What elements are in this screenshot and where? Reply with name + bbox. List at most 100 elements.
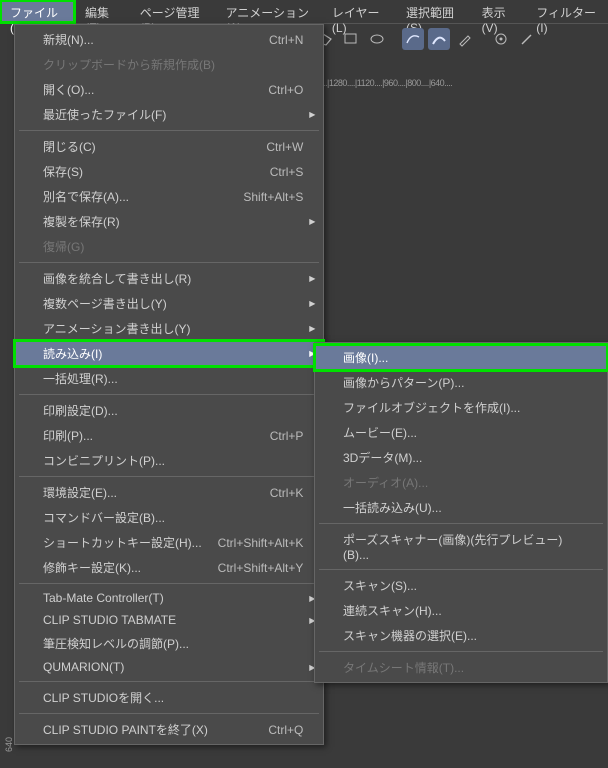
menu-item-shortcut: Ctrl+K bbox=[270, 486, 304, 500]
import-submenu-item[interactable]: 一括読み込み(U)... bbox=[315, 495, 607, 520]
file-menu-item[interactable]: 複製を保存(R) bbox=[15, 209, 323, 234]
tool-edit-icon[interactable] bbox=[516, 28, 538, 50]
tool-pen-icon[interactable] bbox=[454, 28, 476, 50]
menu-item-label: QUMARION(T) bbox=[43, 660, 303, 674]
menubar-filter[interactable]: フィルター(I) bbox=[526, 0, 608, 23]
menu-item-label: コンビニプリント(P)... bbox=[43, 452, 303, 469]
file-menu-item[interactable]: 一括処理(R)... bbox=[15, 366, 323, 391]
tool-ellipse-icon[interactable] bbox=[366, 28, 388, 50]
file-menu-item[interactable]: CLIP STUDIO PAINTを終了(X)Ctrl+Q bbox=[15, 717, 323, 742]
menubar-page[interactable]: ページ管理(P) bbox=[130, 0, 216, 23]
file-menu-item[interactable]: 保存(S) Ctrl+S bbox=[15, 159, 323, 184]
file-menu-item[interactable]: 印刷設定(D)... bbox=[15, 398, 323, 423]
menu-item-label: ポーズスキャナー(画像)(先行プレビュー)(B)... bbox=[343, 531, 587, 562]
ruler-tick: |1120.... bbox=[355, 78, 382, 92]
menubar-view[interactable]: 表示(V) bbox=[472, 0, 527, 23]
menu-item-label: Tab-Mate Controller(T) bbox=[43, 591, 303, 605]
menu-item-label: 3Dデータ(M)... bbox=[343, 449, 587, 466]
file-menu-item[interactable]: 環境設定(E)... Ctrl+K bbox=[15, 480, 323, 505]
import-submenu-item: タイムシート情報(T)... bbox=[315, 655, 607, 680]
menu-item-label: ファイルオブジェクトを作成(I)... bbox=[343, 399, 587, 416]
menu-item-shortcut: Ctrl+W bbox=[266, 140, 303, 154]
menu-item-label: アニメーション書き出し(Y) bbox=[43, 320, 303, 337]
file-menu-item[interactable]: CLIP STUDIOを開く... bbox=[15, 685, 323, 710]
file-menu-separator bbox=[19, 394, 319, 395]
file-menu-item[interactable]: 開く(O)...Ctrl+O bbox=[15, 77, 323, 102]
menu-item-label: 印刷(P)... bbox=[43, 427, 254, 444]
file-menu-item[interactable]: アニメーション書き出し(Y) bbox=[15, 316, 323, 341]
menu-item-label: 画像からパターン(P)... bbox=[343, 374, 587, 391]
file-menu-item[interactable]: 最近使ったファイル(F) bbox=[15, 102, 323, 127]
import-submenu-item[interactable]: ムービー(E)... bbox=[315, 420, 607, 445]
menu-item-label: CLIP STUDIO PAINTを終了(X) bbox=[43, 721, 252, 738]
vertical-ruler-tick: 640 bbox=[4, 737, 14, 752]
horizontal-ruler: 40.... |1280.... |1120.... |960.... |800… bbox=[310, 78, 452, 92]
tool-brush-icon[interactable] bbox=[428, 28, 450, 50]
menu-item-shortcut: Ctrl+Shift+Alt+Y bbox=[218, 561, 304, 575]
menu-item-label: 一括読み込み(U)... bbox=[343, 499, 587, 516]
menu-item-label: 印刷設定(D)... bbox=[43, 402, 303, 419]
file-menu-item[interactable]: 読み込み(I) bbox=[15, 341, 323, 366]
file-menu-item[interactable]: 画像を統合して書き出し(R) bbox=[15, 266, 323, 291]
file-menu-item[interactable]: 複数ページ書き出し(Y) bbox=[15, 291, 323, 316]
ruler-tick: |960.... bbox=[382, 78, 405, 92]
file-menu-separator bbox=[19, 713, 319, 714]
import-submenu: 画像(I)... 画像からパターン(P)... ファイルオブジェクトを作成(I)..… bbox=[314, 342, 608, 683]
menu-item-label: クリップボードから新規作成(B) bbox=[43, 56, 303, 73]
tool-rect-icon[interactable] bbox=[340, 28, 362, 50]
file-menu-separator bbox=[19, 681, 319, 682]
import-submenu-item[interactable]: ポーズスキャナー(画像)(先行プレビュー)(B)... bbox=[315, 527, 607, 566]
file-menu-item[interactable]: ショートカットキー設定(H)...Ctrl+Shift+Alt+K bbox=[15, 530, 323, 555]
file-menu-separator bbox=[19, 583, 319, 584]
file-menu-separator bbox=[19, 476, 319, 477]
menu-item-label: 修飾キー設定(K)... bbox=[43, 559, 202, 576]
file-menu-item[interactable]: Tab-Mate Controller(T) bbox=[15, 587, 323, 609]
import-submenu-item[interactable]: 連続スキャン(H)... bbox=[315, 598, 607, 623]
menu-item-label: 複数ページ書き出し(Y) bbox=[43, 295, 303, 312]
file-menu-item[interactable]: 別名で保存(A)...Shift+Alt+S bbox=[15, 184, 323, 209]
tool-spray-icon[interactable] bbox=[490, 28, 512, 50]
menubar-selection[interactable]: 選択範囲(S) bbox=[396, 0, 472, 23]
file-menu-item[interactable]: 筆圧検知レベルの調節(P)... bbox=[15, 631, 323, 656]
import-submenu-separator bbox=[319, 523, 603, 524]
import-submenu-item[interactable]: ファイルオブジェクトを作成(I)... bbox=[315, 395, 607, 420]
menu-item-label: スキャン(S)... bbox=[343, 577, 587, 594]
import-submenu-item[interactable]: スキャン(S)... bbox=[315, 573, 607, 598]
file-menu-separator bbox=[19, 130, 319, 131]
file-menu-item[interactable]: 修飾キー設定(K)... Ctrl+Shift+Alt+Y bbox=[15, 555, 323, 580]
file-menu-item[interactable]: 閉じる(C) Ctrl+W bbox=[15, 134, 323, 159]
menu-item-label: 保存(S) bbox=[43, 163, 254, 180]
menubar-layer[interactable]: レイヤー(L) bbox=[322, 0, 396, 23]
menu-item-label: 閉じる(C) bbox=[43, 138, 250, 155]
file-menu-item[interactable]: 新規(N)...Ctrl+N bbox=[15, 27, 323, 52]
import-submenu-separator bbox=[319, 569, 603, 570]
import-submenu-item[interactable]: 画像(I)... bbox=[315, 345, 607, 370]
import-submenu-item[interactable]: 画像からパターン(P)... bbox=[315, 370, 607, 395]
menu-item-shortcut: Ctrl+S bbox=[270, 165, 304, 179]
menu-item-label: CLIP STUDIOを開く... bbox=[43, 689, 303, 706]
menu-item-label: 別名で保存(A)... bbox=[43, 188, 227, 205]
import-submenu-item[interactable]: スキャン機器の選択(E)... bbox=[315, 623, 607, 648]
import-submenu-separator bbox=[319, 651, 603, 652]
menu-item-label: 連続スキャン(H)... bbox=[343, 602, 587, 619]
menu-item-label: 一括処理(R)... bbox=[43, 370, 303, 387]
file-menu-item[interactable]: CLIP STUDIO TABMATE bbox=[15, 609, 323, 631]
menu-item-label: ムービー(E)... bbox=[343, 424, 587, 441]
menu-item-label: オーディオ(A)... bbox=[343, 474, 587, 491]
ruler-tick: |800.... bbox=[405, 78, 428, 92]
menubar-file[interactable]: ファイル(F) bbox=[0, 0, 75, 23]
file-menu-item[interactable]: 印刷(P)...Ctrl+P bbox=[15, 423, 323, 448]
menubar-animation[interactable]: アニメーション(A) bbox=[216, 0, 322, 23]
tool-curve-icon[interactable] bbox=[402, 28, 424, 50]
file-menu-item[interactable]: コンビニプリント(P)... bbox=[15, 448, 323, 473]
menu-item-label: 複製を保存(R) bbox=[43, 213, 303, 230]
import-submenu-item[interactable]: 3Dデータ(M)... bbox=[315, 445, 607, 470]
menu-item-label: 開く(O)... bbox=[43, 81, 252, 98]
file-menu-item[interactable]: QUMARION(T) bbox=[15, 656, 323, 678]
menubar-edit[interactable]: 編集(E) bbox=[75, 0, 130, 23]
menu-item-label: 新規(N)... bbox=[43, 31, 253, 48]
menu-item-label: 環境設定(E)... bbox=[43, 484, 254, 501]
toolbar bbox=[310, 24, 542, 54]
file-menu-item[interactable]: コマンドバー設定(B)... bbox=[15, 505, 323, 530]
menu-item-label: ショートカットキー設定(H)... bbox=[43, 534, 202, 551]
